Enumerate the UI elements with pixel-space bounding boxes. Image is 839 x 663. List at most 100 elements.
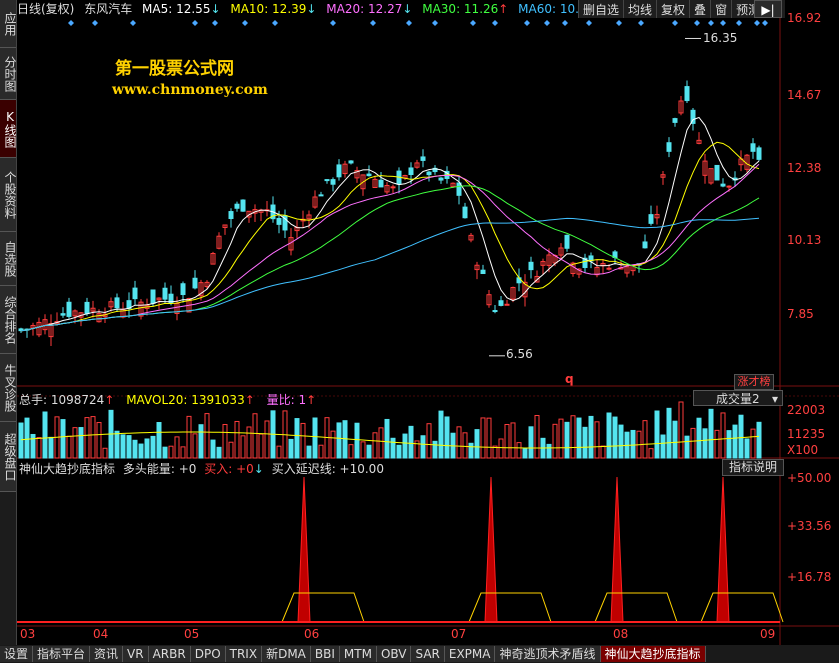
event-diamond [754, 20, 760, 26]
price-axis-label: 16.92 [787, 11, 822, 25]
candle-body [720, 183, 726, 187]
tab-sar[interactable]: SAR [411, 646, 445, 662]
indicator-plot [17, 476, 784, 623]
candle-body [648, 214, 654, 224]
delay-line [594, 592, 678, 623]
candle-body [672, 118, 678, 123]
candle-body [666, 142, 672, 152]
volume-bar [756, 421, 762, 459]
tab-arbr[interactable]: ARBR [148, 646, 191, 662]
volume-bar [66, 435, 72, 459]
volume-bar [312, 417, 318, 459]
volume-bar [114, 430, 120, 459]
tab-settings[interactable]: 设置 [0, 646, 34, 662]
candle-body [240, 199, 246, 212]
volume-bar [252, 413, 258, 459]
tab-shenxian-indicator[interactable]: 神仙大趋抄底指标 [600, 646, 706, 662]
tab-new-dma[interactable]: 新DMA [262, 646, 311, 662]
candlesticks [18, 80, 762, 347]
event-diamond [68, 20, 74, 26]
candle-body [642, 241, 648, 249]
volume-bar [330, 430, 336, 459]
ma20-value: MA20: 12.27↓ [326, 2, 413, 16]
month-label: 06 [304, 627, 320, 641]
candle-body [378, 179, 384, 188]
event-diamond [130, 20, 136, 26]
volume-bar [228, 441, 234, 459]
candle-body [714, 164, 720, 181]
candle-body [318, 194, 324, 197]
sidebar-item-kline[interactable]: K线图 [0, 100, 17, 158]
sidebar-item-app[interactable]: 应用 [0, 0, 17, 48]
volume-bar [72, 427, 78, 459]
period-label[interactable]: 日线(复权) [17, 2, 74, 16]
candle-body [420, 156, 426, 161]
tab-mtm[interactable]: MTM [339, 646, 377, 662]
month-label: 05 [184, 627, 200, 641]
candle-body [330, 179, 336, 185]
volume-bar [366, 444, 372, 459]
candle-body [66, 301, 72, 317]
tab-vr[interactable]: VR [123, 646, 149, 662]
tab-expma[interactable]: EXPMA [444, 646, 496, 662]
volume-bar [546, 443, 552, 459]
volume-bar [744, 438, 750, 459]
window-button[interactable]: 窗 [711, 0, 733, 18]
event-diamond [672, 20, 678, 26]
sidebar-item-stock-info[interactable]: 个股资料 [0, 158, 17, 232]
rank-badge[interactable]: 涨才榜 [734, 374, 774, 390]
sidebar-item-super-panel[interactable]: 超级盘口 [0, 422, 17, 492]
volume-bar [438, 410, 444, 459]
sidebar-item-watchlist[interactable]: 自选股 [0, 232, 17, 286]
event-diamond [616, 20, 622, 26]
volume-bar [162, 446, 168, 459]
indicator-help-button[interactable]: 指标说明 [722, 459, 784, 476]
energy-value: 多头能量: +0 [122, 462, 197, 476]
volume-bar [210, 439, 216, 459]
event-diamond [242, 20, 248, 26]
volume-bar [60, 419, 66, 459]
sidebar-item-timeshare[interactable]: 分时图 [0, 48, 17, 100]
volume-bar [654, 410, 660, 459]
volume-bar [498, 438, 504, 459]
event-markers[interactable] [68, 20, 768, 26]
tab-obv[interactable]: OBV [376, 646, 412, 662]
overlay-button[interactable]: 叠 [690, 0, 712, 18]
high-price-label: 16.35 [703, 31, 738, 45]
event-diamond [694, 20, 700, 26]
candle-body [228, 211, 234, 220]
volume-bar [258, 433, 264, 459]
tab-indicator-platform[interactable]: 指标平台 [33, 646, 91, 662]
event-diamond [708, 20, 714, 26]
volume-indicator-select[interactable]: 成交量2 ▾ [693, 390, 783, 406]
volume-axis-unit: X100 [787, 443, 819, 457]
volume-bar [102, 447, 108, 459]
tab-dpo[interactable]: DPO [190, 646, 226, 662]
event-diamond [330, 20, 336, 26]
volume-bar [606, 412, 612, 459]
buy-signal-spike [297, 476, 311, 623]
ma-button[interactable]: 均线 [624, 0, 658, 18]
volume-bar [384, 418, 390, 459]
q-marker: q [565, 372, 574, 386]
adjust-button[interactable]: 复权 [657, 0, 691, 18]
tab-bbi[interactable]: BBI [310, 646, 340, 662]
play-button[interactable]: ▶| [754, 0, 782, 18]
remove-watchlist-button[interactable]: 删自选 [579, 0, 625, 18]
candle-body [456, 182, 462, 196]
volume-bar [732, 424, 738, 459]
volume-bar [342, 420, 348, 459]
ma10-value: MA10: 12.39↓ [230, 2, 317, 16]
tab-trix[interactable]: TRIX [225, 646, 263, 662]
tab-escape-top[interactable]: 神奇逃顶术矛盾线 [495, 646, 601, 662]
month-label: 09 [760, 627, 776, 641]
volume-bar [564, 421, 570, 459]
chart-canvas [17, 18, 839, 645]
volume-bar [306, 445, 312, 459]
volume-bar [198, 424, 204, 459]
volume-bar [516, 442, 522, 459]
sidebar-item-ranking[interactable]: 综合排名 [0, 286, 17, 354]
sidebar-item-diagnosis[interactable]: 牛叉诊股 [0, 354, 17, 422]
tab-news[interactable]: 资讯 [90, 646, 124, 662]
ma30-value: MA30: 11.26↑ [422, 2, 509, 16]
